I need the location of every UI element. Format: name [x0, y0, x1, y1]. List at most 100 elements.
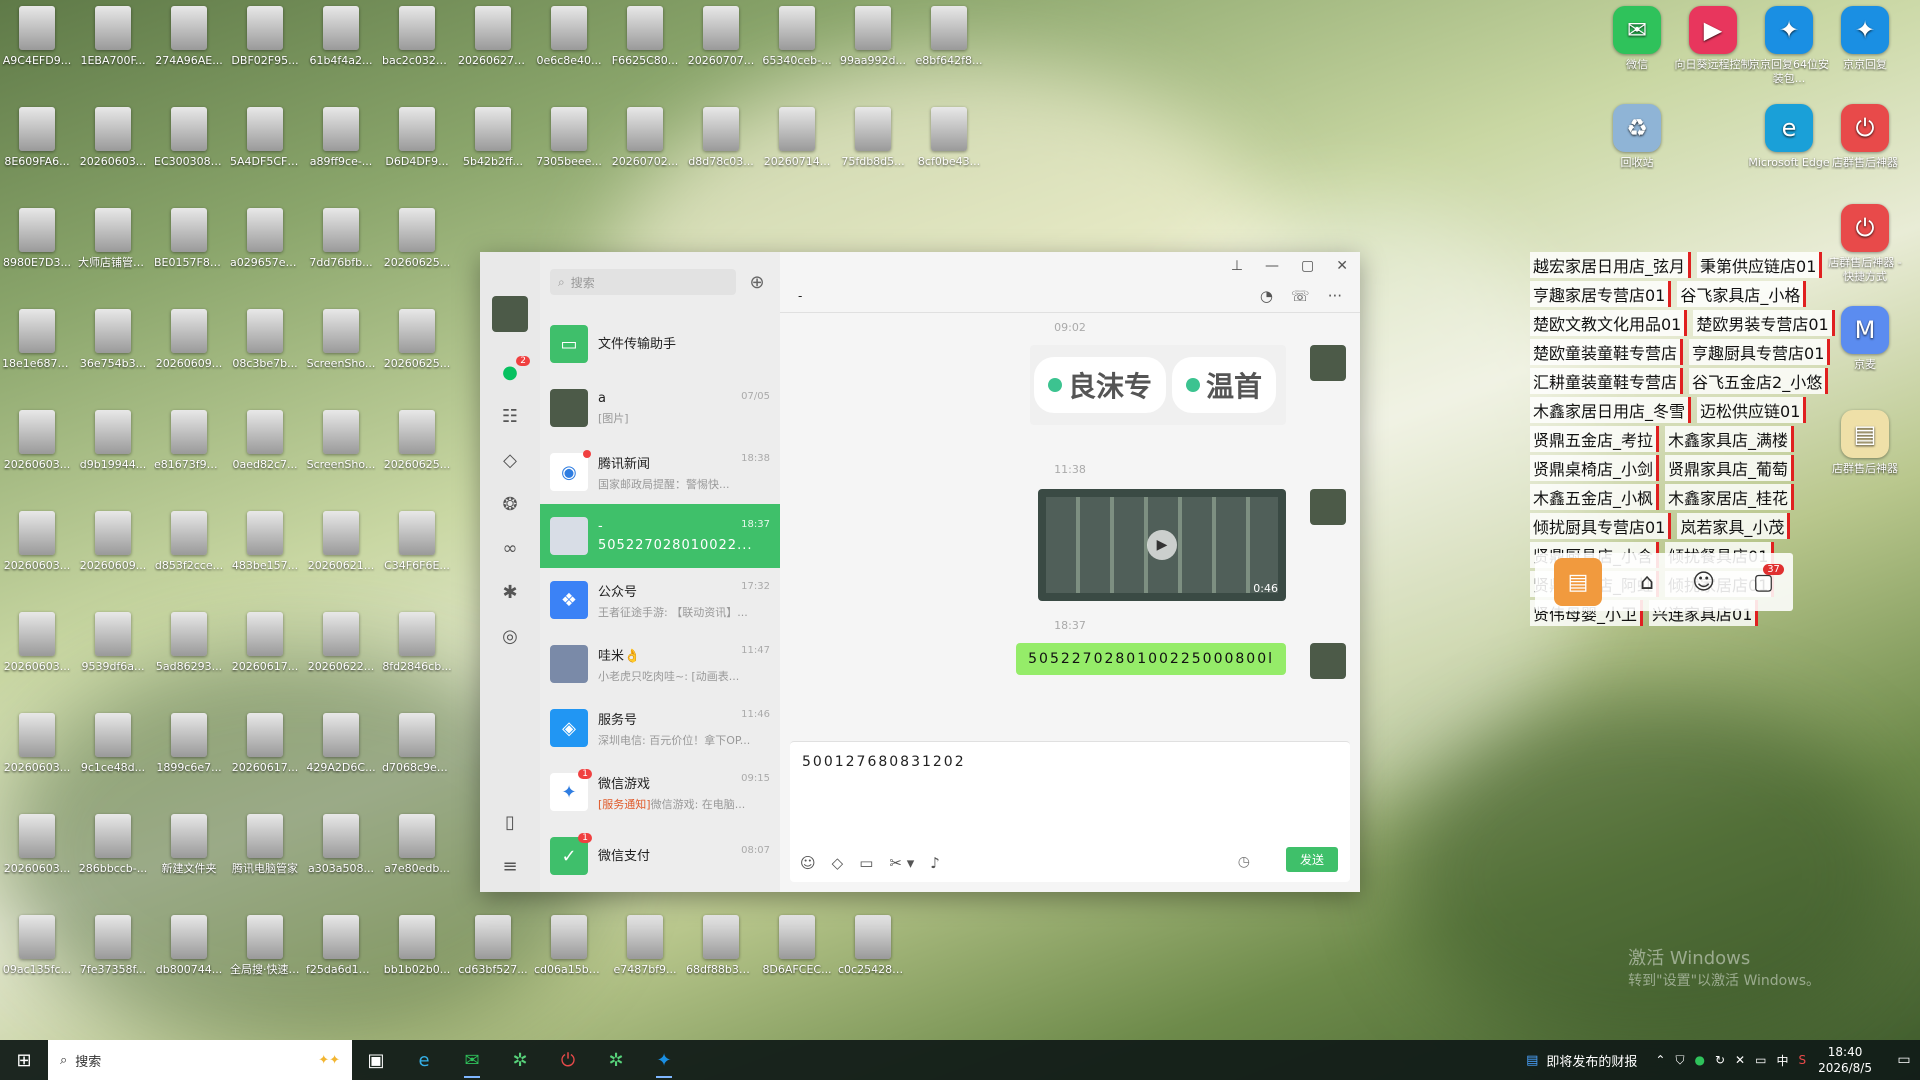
store-tag[interactable]: 谷飞家具店_小格	[1677, 281, 1807, 307]
phone-icon[interactable]: ▯	[496, 808, 524, 836]
store-tag[interactable]: 木鑫五金店_小枫	[1530, 484, 1660, 510]
store-tool-icon[interactable]: ✲	[496, 1040, 544, 1080]
desktop-file-icon[interactable]: 20260603...	[2, 612, 72, 674]
desktop-file-icon[interactable]: 20260603...	[2, 511, 72, 573]
contacts-icon[interactable]: ☷	[496, 402, 524, 430]
desktop-file-icon[interactable]: 20260609...	[154, 309, 224, 371]
store-tag[interactable]: 迈松供应链01	[1697, 397, 1807, 423]
edge-icon[interactable]: e	[400, 1040, 448, 1080]
desktop-file-icon[interactable]: d7068c9e8...	[382, 713, 452, 775]
desktop-app-icon[interactable]: M 京麦	[1824, 306, 1906, 372]
desktop-file-icon[interactable]: 20260714...	[762, 107, 832, 169]
home-icon[interactable]: ⌂	[1640, 570, 1654, 595]
input-text[interactable]: 500127680831202	[790, 742, 1350, 782]
menu-icon[interactable]: ≡	[496, 852, 524, 880]
desktop-file-icon[interactable]: cd06a15b8...	[534, 915, 604, 977]
desktop-app-icon[interactable]: ✦ 京京回复64位安装包...	[1748, 6, 1830, 86]
maximize-icon[interactable]: ▢	[1301, 258, 1314, 274]
search-input[interactable]: ⌕ 搜索	[550, 269, 736, 295]
store-tag[interactable]: 贤鼎家具店_葡萄	[1665, 455, 1795, 481]
sender-avatar[interactable]	[1310, 489, 1346, 525]
desktop-file-icon[interactable]: a89ff9ce-...	[306, 107, 376, 169]
add-icon[interactable]: ⊕	[744, 269, 770, 295]
message-input[interactable]: 500127680831202 ☺ ◇ ▭ ✂ ▾ ♪ ◷ 发送	[790, 741, 1350, 882]
desktop-file-icon[interactable]: d9b19944...	[78, 410, 148, 472]
favorites-tool-icon[interactable]: ◇	[832, 854, 844, 872]
desktop-file-icon[interactable]: 68df88b34...	[686, 915, 756, 977]
history-icon[interactable]: ◷	[1238, 854, 1250, 870]
antivirus-icon[interactable]: S	[1798, 1053, 1806, 1067]
more-icon[interactable]: ···	[1328, 287, 1342, 305]
ime-indicator[interactable]: 中	[1776, 1052, 1788, 1069]
desktop-file-icon[interactable]: f25da6d16...	[306, 915, 376, 977]
message-icon[interactable]: ▢ 37	[1753, 563, 1784, 595]
text-message[interactable]: 5052270280100225000800l	[1016, 643, 1286, 675]
desktop-file-icon[interactable]: ScreenSho...	[306, 309, 376, 371]
store-tag[interactable]: 贤鼎五金店_考拉	[1530, 426, 1660, 452]
chat-icon[interactable]: ● 2	[496, 356, 530, 386]
store-tag[interactable]: 木鑫家居日用店_冬雪	[1530, 397, 1692, 423]
desktop-file-icon[interactable]: 20260621...	[306, 511, 376, 573]
store-tag[interactable]: 岚若家具_小茂	[1677, 513, 1791, 539]
desktop-file-icon[interactable]: 429A2D6C...	[306, 713, 376, 775]
desktop-file-icon[interactable]: 36e754b3...	[78, 309, 148, 371]
store-tag[interactable]: 亨趣家居专营店01	[1530, 281, 1672, 307]
wechat-tray-icon[interactable]: ●	[1695, 1053, 1705, 1067]
desktop-file-icon[interactable]: c0c254285...	[838, 915, 908, 977]
favorites-icon[interactable]: ◇	[496, 446, 524, 474]
video-message[interactable]: ▶ 0:46	[1038, 489, 1286, 601]
desktop-app-icon[interactable]: ⏻ 店群售后神器 - 快捷方式	[1824, 204, 1906, 284]
desktop-app-icon[interactable]: e Microsoft Edge	[1748, 104, 1830, 170]
store-tag[interactable]: 楚欧童装童鞋专营店	[1530, 339, 1684, 365]
chat-bubble-icon[interactable]: ☺	[1692, 570, 1715, 595]
desktop-file-icon[interactable]: 0e6c8e40...	[534, 6, 604, 68]
wechat-taskbar-icon[interactable]: ✉	[448, 1040, 496, 1080]
image-message[interactable]: 良沫专 温首	[1030, 345, 1286, 425]
conversation-item[interactable]: ◈ 服务号 11:46 深圳电信: 百元价位！拿下OP...	[540, 696, 780, 760]
desktop-file-icon[interactable]: 5b42b2ff...	[458, 107, 528, 169]
desktop-file-icon[interactable]: a303a508...	[306, 814, 376, 876]
desktop-file-icon[interactable]: 20260625...	[382, 410, 452, 472]
desktop-file-icon[interactable]: 61b4f4a2...	[306, 6, 376, 68]
desktop-file-icon[interactable]: 75fdb8d5...	[838, 107, 908, 169]
user-avatar[interactable]	[492, 296, 528, 332]
search-rail-icon[interactable]: ✱	[496, 578, 524, 606]
desktop-file-icon[interactable]: bb1b02b0...	[382, 915, 452, 977]
minimize-icon[interactable]: —	[1265, 258, 1279, 274]
taskbar-search-input[interactable]: ⌕ 搜索 ✦✦	[48, 1040, 352, 1080]
after-sales-icon[interactable]: ⏻	[544, 1040, 592, 1080]
desktop-file-icon[interactable]: 483be157...	[230, 511, 300, 573]
desktop-file-icon[interactable]: EC300308-...	[154, 107, 224, 169]
folder-icon[interactable]: ▭	[859, 854, 873, 872]
desktop-app-icon[interactable]: ⏻ 店群售后神器	[1824, 104, 1906, 170]
desktop-file-icon[interactable]: 5A4DF5CF-...	[230, 107, 300, 169]
desktop-file-icon[interactable]: DBF02F95...	[230, 6, 300, 68]
desktop-file-icon[interactable]: 286bbccb-...	[78, 814, 148, 876]
network-icon[interactable]: ▭	[1755, 1053, 1766, 1067]
desktop-file-icon[interactable]: 1EBA700F...	[78, 6, 148, 68]
desktop-file-icon[interactable]: 20260702...	[610, 107, 680, 169]
desktop-file-icon[interactable]: d853f2cce...	[154, 511, 224, 573]
desktop-file-icon[interactable]: 20260603...	[78, 107, 148, 169]
sender-avatar[interactable]	[1310, 345, 1346, 381]
desktop-file-icon[interactable]: 20260603...	[2, 410, 72, 472]
desktop-file-icon[interactable]: 20260707...	[686, 6, 756, 68]
desktop-file-icon[interactable]: 99aa992d...	[838, 6, 908, 68]
desktop-file-icon[interactable]: e7487bf9...	[610, 915, 680, 977]
store-tag[interactable]: 汇耕童装童鞋专营店	[1530, 368, 1684, 394]
store-tag[interactable]: 秉第供应链店01	[1697, 252, 1823, 278]
desktop-app-icon[interactable]: ▶ 向日葵远程控制	[1672, 6, 1754, 72]
emoji-icon[interactable]: ☺	[800, 854, 816, 872]
desktop-file-icon[interactable]: C34F6F6E...	[382, 511, 452, 573]
conversation-item[interactable]: ▭ 文件传输助手	[540, 312, 780, 376]
desktop-app-icon[interactable]: ▤ 店群售后神器	[1824, 410, 1906, 476]
desktop-file-icon[interactable]: 8cf0be43...	[914, 107, 984, 169]
desktop-file-icon[interactable]: 08c3be7b...	[230, 309, 300, 371]
desktop-file-icon[interactable]: 9c1ce48d...	[78, 713, 148, 775]
conversation-item[interactable]: ✓ 1 微信支付 08:07	[540, 824, 780, 888]
desktop-app-icon[interactable]: ✉ 微信	[1596, 6, 1678, 72]
sync-icon[interactable]: ↻	[1715, 1053, 1725, 1067]
shop-avatar[interactable]: ▤	[1554, 558, 1603, 606]
desktop-file-icon[interactable]: a029657ea...	[230, 208, 300, 270]
desktop-file-icon[interactable]: BE0157F8-...	[154, 208, 224, 270]
